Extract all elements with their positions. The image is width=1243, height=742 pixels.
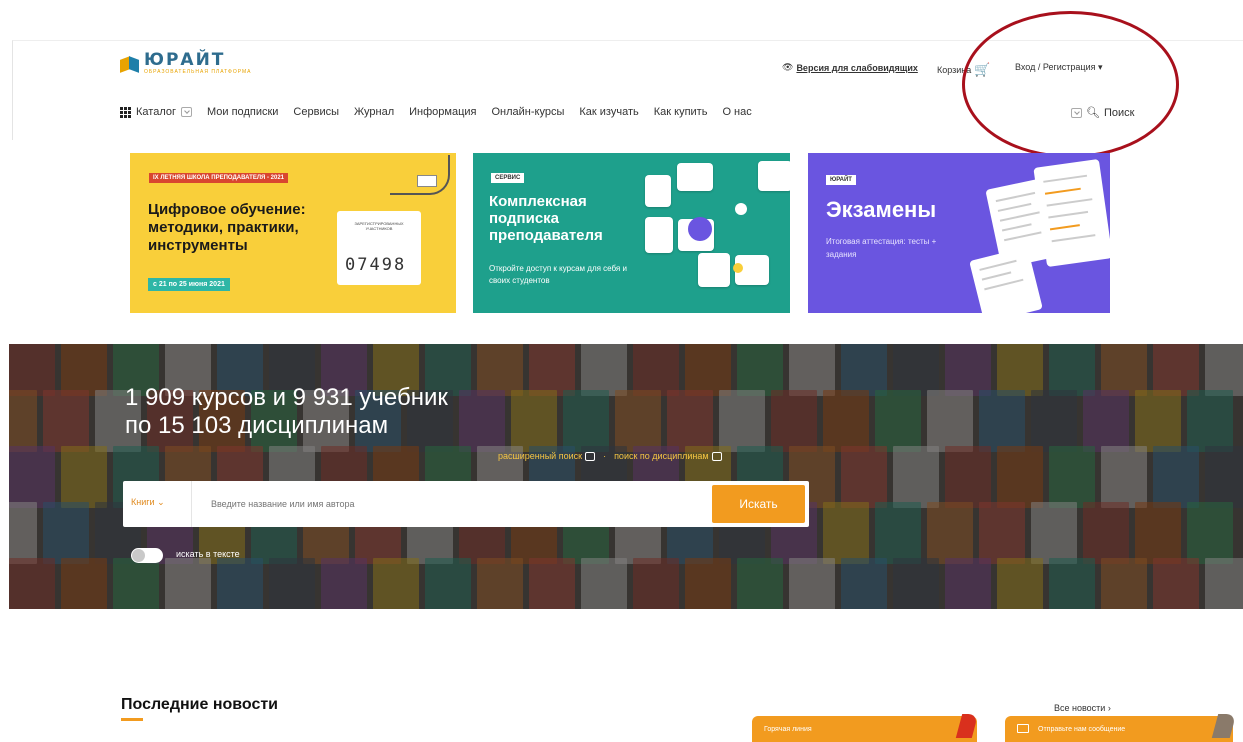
feedback-widget[interactable]: Отправьте нам сообщение [1005, 714, 1237, 742]
divider [191, 481, 192, 527]
search-in-text-toggle[interactable] [131, 548, 163, 563]
discipline-search-label: поиск по дисциплинам [614, 451, 709, 461]
news-underline [121, 718, 143, 721]
video-tile-icon [677, 163, 713, 191]
doc-tile-icon [698, 253, 730, 287]
counter-label: ЗАРЕГИСТРИРОВАННЫХ УЧАСТНИКОВ [354, 221, 404, 231]
search-type-label: Книги [131, 497, 155, 507]
banner-badge: СЕРВИС [491, 173, 525, 183]
headphones-tile-icon [645, 175, 671, 207]
banner-summer-school[interactable]: IX ЛЕТНЯЯ ШКОЛА ПРЕПОДАВАТЕЛЯ - 2021 Циф… [130, 153, 456, 313]
page: ЮРАЙТ ОБРАЗОВАТЕЛЬНАЯ ПЛАТФОРМА 👁 Версия… [0, 0, 1243, 742]
hotline-label: Горячая линия [764, 726, 812, 733]
screen-tile-icon [758, 161, 790, 191]
chevron-down-icon [711, 452, 722, 462]
annotation-circle [962, 11, 1179, 158]
banner-badge: ЮРАЙТ [826, 175, 856, 185]
nav-item-journal[interactable]: Журнал [354, 106, 394, 118]
search-in-text-label: искать в тексте [176, 549, 240, 559]
flag-decoration [955, 714, 979, 738]
search-type-select[interactable]: Книги ⌄ [131, 497, 165, 508]
main-nav: Каталог Мои подписки Сервисы Журнал Инфо… [120, 106, 752, 118]
hero-title: 1 909 курсов и 9 931 учебник по 15 103 д… [125, 384, 448, 440]
low-vision-label: Версия для слабовидящих [796, 62, 918, 73]
search-input[interactable] [211, 495, 711, 513]
nav-item-online-courses[interactable]: Онлайн-курсы [492, 106, 565, 118]
all-news-link[interactable]: Все новости › [1054, 703, 1111, 713]
banner-subtitle: Откройте доступ к курсам для себя и свои… [489, 264, 627, 285]
banner-dates: с 21 по 25 июня 2021 [148, 278, 230, 291]
search-bar: Книги ⌄ Искать [123, 481, 809, 527]
counter-value: 07498 [345, 255, 407, 275]
nav-item-how-to-study[interactable]: Как изучать [579, 106, 638, 118]
dot-icon [733, 263, 743, 273]
plug-icon [417, 175, 437, 187]
discipline-search-link[interactable]: поиск по дисциплинам [614, 451, 722, 462]
search-links: расширенный поиск · поиск по дисциплинам [498, 451, 722, 462]
nav-item-subscriptions[interactable]: Мои подписки [207, 106, 278, 118]
toggle-knob [132, 549, 145, 562]
nav-item-about[interactable]: О нас [722, 106, 751, 118]
nav-item-label: Каталог [136, 106, 176, 118]
participants-counter: ЗАРЕГИСТРИРОВАННЫХ УЧАСТНИКОВ 07498 [337, 211, 421, 285]
chevron-down-icon [181, 107, 192, 117]
nav-item-catalog[interactable]: Каталог [120, 106, 192, 118]
eye-icon: 👁 [782, 62, 794, 72]
logo[interactable]: ЮРАЙТ ОБРАЗОВАТЕЛЬНАЯ ПЛАТФОРМА [120, 52, 252, 75]
advanced-search-label: расширенный поиск [498, 451, 583, 461]
nav-item-information[interactable]: Информация [409, 106, 476, 118]
chevron-down-icon [585, 452, 596, 462]
banner-subscription[interactable]: СЕРВИС Комплексная подписка преподавател… [473, 153, 790, 313]
hotline-widget[interactable]: Горячая линия [752, 714, 979, 742]
banner-badge: IX ЛЕТНЯЯ ШКОЛА ПРЕПОДАВАТЕЛЯ - 2021 [149, 173, 289, 183]
hero-title-line-2: по 15 103 дисциплинам [125, 412, 389, 439]
banner-title: Комплексная подписка преподавателя [489, 193, 603, 244]
user-avatar-icon [688, 217, 712, 241]
chart-tile-icon [645, 217, 673, 253]
news-heading: Последние новости [121, 696, 279, 713]
banner-title: Экзамены [826, 197, 937, 222]
paper-illustration [1033, 158, 1110, 268]
banner-title: Цифровое обучение: методики, практики, и… [148, 201, 306, 254]
logo-book-icon [120, 55, 140, 73]
banner-exams[interactable]: ЮРАЙТ Экзамены Итоговая аттестация: тест… [808, 153, 1110, 313]
logo-subtitle: ОБРАЗОВАТЕЛЬНАЯ ПЛАТФОРМА [144, 69, 252, 75]
nav-item-services[interactable]: Сервисы [293, 106, 339, 118]
feedback-label: Отправьте нам сообщение [1038, 726, 1126, 733]
search-button[interactable]: Искать [712, 485, 805, 523]
separator-dot: · [603, 451, 607, 462]
mail-icon [1017, 724, 1029, 733]
dot-icon [735, 203, 747, 215]
advanced-search-link[interactable]: расширенный поиск [498, 451, 596, 462]
hero-title-line-1: 1 909 курсов и 9 931 учебник [125, 384, 448, 411]
low-vision-link[interactable]: 👁 Версия для слабовидящих [782, 62, 918, 73]
nav-item-how-to-buy[interactable]: Как купить [654, 106, 708, 118]
fold-decoration [1211, 714, 1237, 738]
banner-subtitle: Итоговая аттестация: тесты + задания [826, 237, 937, 259]
logo-name: ЮРАЙТ [144, 50, 226, 70]
grid-icon [120, 106, 131, 118]
